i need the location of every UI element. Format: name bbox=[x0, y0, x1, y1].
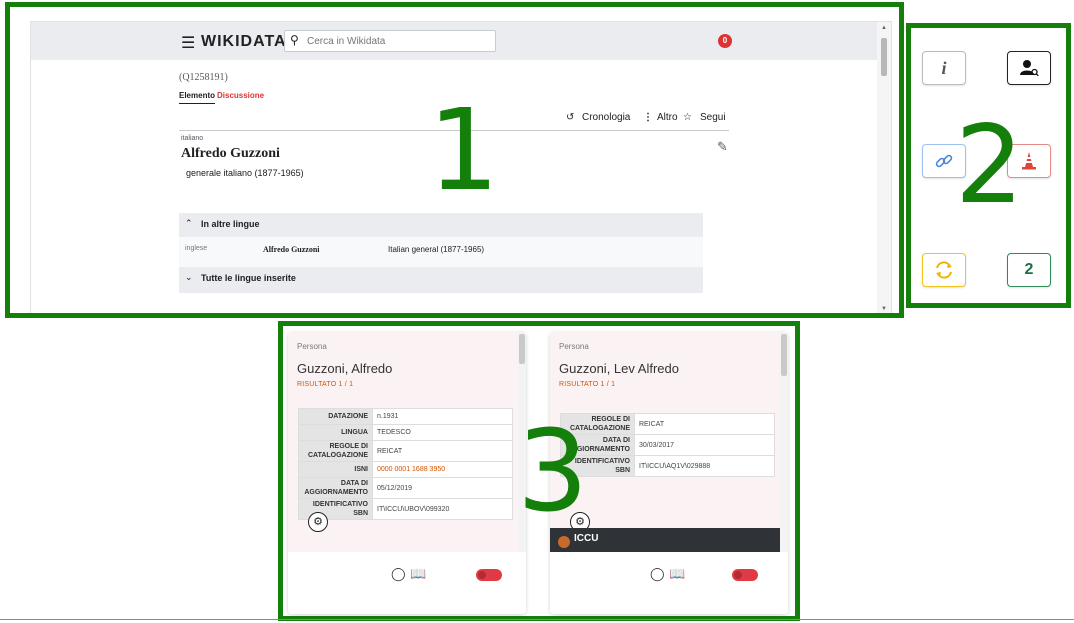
annotation-number-1: 1 bbox=[428, 86, 500, 216]
wikidata-header: ☰ WIKIDATA ⚲ 0 bbox=[31, 22, 891, 60]
other-languages-toggle[interactable]: ⌃ In altre lingue bbox=[179, 213, 703, 237]
chevron-up-icon: ⌃ bbox=[185, 219, 193, 229]
history-link[interactable]: Cronologia bbox=[582, 112, 630, 123]
card-title: Guzzoni, Alfredo bbox=[297, 361, 393, 376]
count-badge-button[interactable]: 2 bbox=[1007, 253, 1051, 287]
isni-link[interactable]: 0000 0001 1688 3950 bbox=[372, 461, 513, 478]
table-row: LINGUA TEDESCO bbox=[298, 424, 513, 441]
language-name: inglese bbox=[185, 245, 208, 252]
card-result-count: RISULTATO 1 / 1 bbox=[559, 381, 616, 388]
notifications-badge[interactable]: 0 bbox=[718, 34, 732, 48]
wikidata-logo[interactable]: WIKIDATA bbox=[201, 33, 287, 51]
scrollbar[interactable]: ▲ ▼ bbox=[877, 22, 891, 313]
toggle-knob bbox=[478, 571, 486, 579]
chevron-down-icon: ⌄ bbox=[185, 273, 193, 283]
follow-link[interactable]: Segui bbox=[700, 112, 726, 123]
row-value: 05/12/2019 bbox=[372, 477, 513, 499]
person-search-icon bbox=[1020, 60, 1039, 77]
count-badge: 2 bbox=[1024, 261, 1034, 278]
tab-item[interactable]: Elemento bbox=[179, 91, 216, 104]
item-label: Alfredo Guzzoni bbox=[181, 146, 280, 161]
card-kind: Persona bbox=[297, 342, 327, 351]
search-icon[interactable]: ⚲ bbox=[290, 33, 299, 47]
toggle-switch[interactable] bbox=[732, 569, 758, 581]
table-row: REGOLE DI CATALOGAZIONE REICAT bbox=[298, 440, 513, 462]
iccu-logo-icon bbox=[558, 536, 570, 548]
person-icon[interactable]: ◯ bbox=[391, 567, 406, 582]
other-languages-section: ⌃ In altre lingue inglese Alfredo Guzzon… bbox=[179, 213, 703, 293]
edit-pencil-icon[interactable]: ✎ bbox=[717, 140, 728, 155]
row-key: DATAZIONE bbox=[298, 408, 373, 425]
table-row: REGOLE DI CATALOGAZIONE REICAT bbox=[560, 413, 775, 435]
book-icon[interactable]: 📖 bbox=[410, 567, 426, 582]
book-icon[interactable]: 📖 bbox=[669, 567, 685, 582]
card-footer: ◯ 📖 bbox=[550, 554, 788, 614]
item-id: (Q1258191) bbox=[179, 72, 228, 83]
card-footer: ◯ 📖 bbox=[288, 554, 526, 614]
row-key: REGOLE DI CATALOGAZIONE bbox=[298, 440, 373, 462]
table-row: DATA DI AGGIORNAMENTO 30/03/2017 bbox=[560, 434, 775, 456]
search-box[interactable]: ⚲ bbox=[284, 30, 496, 52]
table-row: ISNI 0000 0001 1688 3950 bbox=[298, 461, 513, 478]
search-input[interactable] bbox=[307, 34, 492, 48]
details-table: REGOLE DI CATALOGAZIONE REICAT DATA DI A… bbox=[560, 413, 775, 477]
history-icon[interactable]: ↺ bbox=[566, 112, 574, 123]
row-value: REICAT bbox=[634, 413, 775, 435]
all-languages-label: Tutte le lingue inserite bbox=[201, 273, 296, 283]
row-key: DATA DI AGGIORNAMENTO bbox=[298, 477, 373, 499]
result-card: Persona Guzzoni, Alfredo RISULTATO 1 / 1… bbox=[288, 332, 526, 614]
annotation-number-2: 2 bbox=[955, 103, 1024, 228]
row-key: LINGUA bbox=[298, 424, 373, 441]
language-description: Italian general (1877-1965) bbox=[388, 245, 485, 254]
details-table: DATAZIONE n.1931 LINGUA TEDESCO REGOLE D… bbox=[298, 408, 513, 520]
scroll-down-icon[interactable]: ▼ bbox=[881, 306, 887, 312]
annotation-frame-1: ☰ WIKIDATA ⚲ 0 (Q1258191) Elemento Discu… bbox=[5, 2, 904, 318]
person-search-button[interactable] bbox=[1007, 51, 1051, 85]
row-key: ISNI bbox=[298, 461, 373, 478]
row-value: n.1931 bbox=[372, 408, 513, 425]
scrollbar-thumb[interactable] bbox=[781, 334, 787, 376]
row-value: IT\ICCU\UBOV\099320 bbox=[372, 498, 513, 520]
table-row: DATA DI AGGIORNAMENTO 05/12/2019 bbox=[298, 477, 513, 499]
label-language: italiano bbox=[181, 135, 204, 142]
scrollbar-thumb[interactable] bbox=[881, 38, 887, 76]
sync-button[interactable] bbox=[922, 253, 966, 287]
link-icon bbox=[935, 154, 953, 168]
card-result-count: RISULTATO 1 / 1 bbox=[297, 381, 354, 388]
row-value: REICAT bbox=[372, 440, 513, 462]
row-value: IT\ICCU\AQ1V\029888 bbox=[634, 455, 775, 477]
table-row: IDENTIFICATIVO SBN IT\ICCU\AQ1V\029888 bbox=[560, 455, 775, 477]
table-row: DATAZIONE n.1931 bbox=[298, 408, 513, 425]
settings-gear-icon[interactable]: ⚙ bbox=[308, 512, 328, 532]
card-title: Guzzoni, Lev Alfredo bbox=[559, 361, 679, 376]
scroll-up-icon[interactable]: ▲ bbox=[881, 25, 887, 31]
person-icon[interactable]: ◯ bbox=[650, 567, 665, 582]
annotation-number-3: 3 bbox=[517, 407, 589, 537]
card-kind: Persona bbox=[559, 342, 589, 351]
all-languages-toggle[interactable]: ⌄ Tutte le lingue inserite bbox=[179, 267, 703, 293]
info-button[interactable]: i bbox=[922, 51, 966, 85]
more-link[interactable]: Altro bbox=[657, 112, 678, 123]
row-value: 30/03/2017 bbox=[634, 434, 775, 456]
table-row: IDENTIFICATIVO SBN IT\ICCU\UBOV\099320 bbox=[298, 498, 513, 520]
toggle-switch[interactable] bbox=[476, 569, 502, 581]
language-label: Alfredo Guzzoni bbox=[263, 245, 320, 254]
sync-icon bbox=[936, 261, 952, 279]
annotation-frame-2: i 2 2 bbox=[906, 23, 1071, 308]
tab-discussion[interactable]: Discussione bbox=[217, 91, 264, 100]
scrollbar-thumb[interactable] bbox=[519, 334, 525, 364]
bottom-divider bbox=[0, 619, 1074, 620]
row-value: TEDESCO bbox=[372, 424, 513, 441]
card-scrollbar[interactable] bbox=[780, 332, 788, 552]
toggle-knob bbox=[734, 571, 742, 579]
more-icon[interactable]: ⋮ bbox=[643, 112, 653, 123]
annotation-frame-3: Persona Guzzoni, Alfredo RISULTATO 1 / 1… bbox=[278, 321, 800, 621]
star-icon[interactable]: ☆ bbox=[683, 112, 692, 123]
card-body: Persona Guzzoni, Alfredo RISULTATO 1 / 1… bbox=[288, 332, 526, 552]
menu-icon[interactable]: ☰ bbox=[181, 33, 195, 52]
info-icon: i bbox=[941, 57, 947, 78]
other-languages-title: In altre lingue bbox=[201, 219, 260, 229]
item-description: generale italiano (1877-1965) bbox=[186, 168, 304, 178]
